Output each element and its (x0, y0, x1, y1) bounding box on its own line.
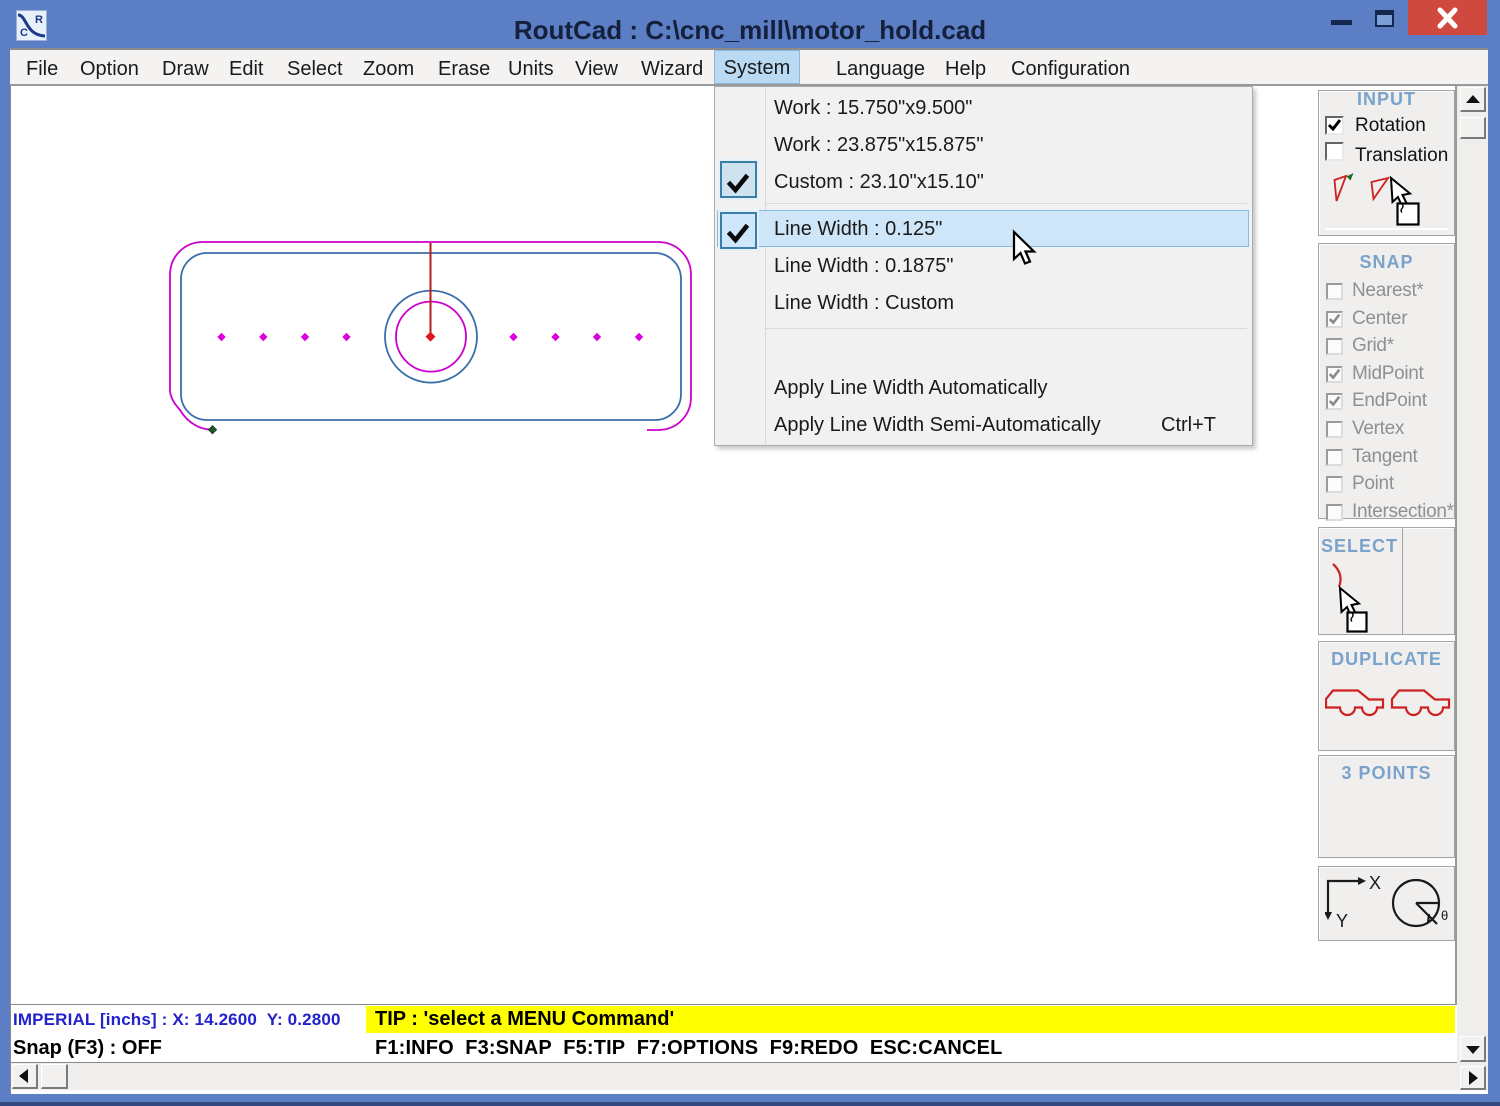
svg-text:C: C (20, 27, 28, 39)
svg-text:R: R (35, 14, 43, 26)
svg-text:X: X (1369, 873, 1381, 893)
svg-text:θ: θ (1441, 908, 1448, 923)
svg-text:Y: Y (1336, 911, 1348, 931)
